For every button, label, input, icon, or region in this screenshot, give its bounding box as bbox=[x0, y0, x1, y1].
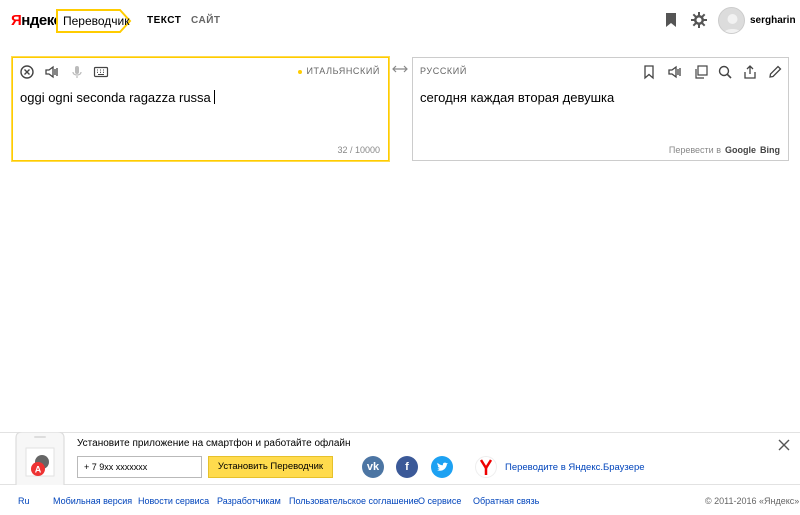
translate-via: Перевести в Google Bing bbox=[668, 145, 780, 155]
avatar[interactable] bbox=[718, 7, 745, 34]
target-language-selector[interactable]: РУССКИЙ bbox=[420, 66, 467, 76]
footer-link-agreement[interactable]: Пользовательское соглашение bbox=[289, 496, 419, 506]
footer-link-language[interactable]: Ru bbox=[18, 496, 30, 506]
source-language-selector[interactable]: ИТАЛЬЯНСКИЙ bbox=[298, 66, 380, 76]
tab-site[interactable]: САЙТ bbox=[191, 15, 221, 26]
footer-link-about[interactable]: О сервисе bbox=[418, 496, 461, 506]
yandex-logo[interactable]: Яндекс bbox=[11, 12, 62, 29]
search-icon[interactable] bbox=[717, 64, 733, 80]
source-text-input[interactable]: oggi ogni seconda ragazza russa bbox=[20, 90, 215, 105]
gear-icon[interactable] bbox=[690, 11, 708, 29]
character-counter: 32 / 10000 bbox=[337, 145, 380, 155]
share-icon[interactable] bbox=[742, 64, 758, 80]
text-caret bbox=[213, 90, 215, 104]
copy-icon[interactable] bbox=[693, 64, 709, 80]
svg-text:A: A bbox=[35, 465, 42, 475]
translation-text: сегодня каждая вторая девушка bbox=[420, 90, 615, 105]
speaker-icon[interactable] bbox=[667, 64, 683, 80]
username[interactable]: sergharin bbox=[750, 15, 796, 26]
copyright: © 2011-2016 «Яндекс» bbox=[705, 496, 800, 506]
bookmark-icon[interactable] bbox=[641, 64, 657, 80]
source-panel[interactable]: ИТАЛЬЯНСКИЙ oggi ogni seconda ragazza ru… bbox=[12, 57, 389, 161]
bookmark-icon[interactable] bbox=[662, 11, 680, 29]
swap-languages-icon[interactable] bbox=[392, 62, 408, 74]
vk-icon[interactable]: vk bbox=[362, 456, 384, 478]
close-icon[interactable] bbox=[778, 438, 790, 451]
tab-text[interactable]: ТЕКСТ bbox=[147, 15, 181, 26]
language-dot bbox=[298, 69, 303, 74]
edit-icon[interactable] bbox=[767, 64, 783, 80]
microphone-icon[interactable] bbox=[69, 64, 85, 80]
footer-link-feedback[interactable]: Обратная связь bbox=[473, 496, 539, 506]
yandex-browser-link[interactable]: Переводите в Яндекс.Браузере bbox=[505, 462, 645, 473]
google-link[interactable]: Google bbox=[725, 145, 756, 155]
footer-link-developers[interactable]: Разработчикам bbox=[217, 496, 281, 506]
twitter-icon[interactable] bbox=[431, 456, 453, 478]
facebook-icon[interactable]: f bbox=[396, 456, 418, 478]
speaker-icon[interactable] bbox=[44, 64, 60, 80]
phone-number-input[interactable]: + 7 9xx xxxxxxx bbox=[77, 456, 202, 478]
promo-title: Установите приложение на смартфон и рабо… bbox=[77, 438, 351, 449]
yandex-browser-icon[interactable] bbox=[475, 456, 497, 478]
footer-link-mobile[interactable]: Мобильная версия bbox=[53, 496, 132, 506]
install-app-button[interactable]: Установить Переводчик bbox=[208, 456, 333, 478]
footer-link-news[interactable]: Новости сервиса bbox=[138, 496, 209, 506]
translation-panel: РУССКИЙ сегодня каждая вторая девушка Пе… bbox=[412, 57, 789, 161]
keyboard-icon[interactable] bbox=[93, 64, 109, 80]
bing-link[interactable]: Bing bbox=[760, 145, 780, 155]
clear-icon[interactable] bbox=[19, 64, 35, 80]
phone-app-icon: A bbox=[12, 431, 68, 485]
